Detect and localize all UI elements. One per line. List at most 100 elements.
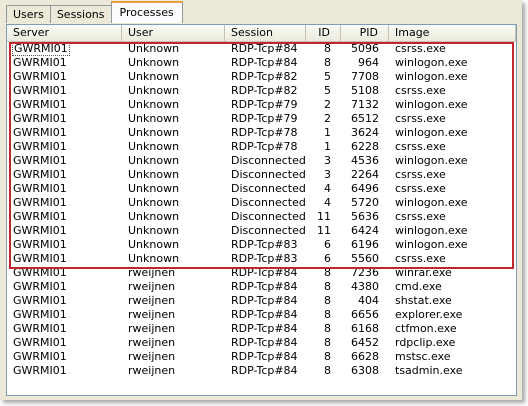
- cell-id: 1: [306, 126, 341, 140]
- table-row[interactable]: GWRMI01 rweijnen RDP-Tcp#84 8 404 shstat.exe: [7, 294, 516, 308]
- cell-user: Unknown: [122, 84, 225, 98]
- cell-pid: 6424: [341, 224, 389, 238]
- cell-pid: 5560: [341, 252, 389, 266]
- cell-image: winrar.exe: [389, 266, 516, 280]
- table-row[interactable]: GWRMI01 Unknown RDP-Tcp#84 8 964 winlogon.exe: [7, 56, 516, 70]
- cell-server: GWRMI01: [7, 98, 122, 112]
- cell-image: winlogon.exe: [389, 224, 516, 238]
- table-row[interactable]: GWRMI01 Unknown Disconnected 11 5636 csrss.ex…: [7, 210, 516, 224]
- table-row[interactable]: GWRMI01 rweijnen RDP-Tcp#84 8 6656 explorer.e…: [7, 308, 516, 322]
- cell-image-text: winlogon.exe: [395, 126, 468, 139]
- cell-id-text: 1: [324, 126, 331, 139]
- cell-pid-text: 5560: [351, 252, 379, 265]
- table-row[interactable]: GWRMI01 Unknown RDP-Tcp#78 1 6228 csrss.exe: [7, 140, 516, 154]
- tab-users[interactable]: Users: [6, 5, 51, 23]
- table-row[interactable]: GWRMI01 Unknown Disconnected 3 4536 winlogon.…: [7, 154, 516, 168]
- cell-pid: 6228: [341, 140, 389, 154]
- cell-user-text: Unknown: [128, 42, 180, 55]
- cell-server: GWRMI01: [7, 308, 122, 322]
- table-row[interactable]: GWRMI01 Unknown RDP-Tcp#84 8 5096 csrss.exe: [7, 42, 516, 56]
- table-row[interactable]: GWRMI01 Unknown Disconnected 4 6496 csrss.exe: [7, 182, 516, 196]
- column-header-session[interactable]: Session: [225, 25, 306, 41]
- tab-processes[interactable]: Processes: [110, 1, 183, 23]
- table-row[interactable]: GWRMI01 Unknown RDP-Tcp#82 5 7708 winlogon.ex…: [7, 70, 516, 84]
- cell-id: 8: [306, 294, 341, 308]
- cell-session: Disconnected: [225, 196, 306, 210]
- list-rows: GWRMI01 Unknown RDP-Tcp#84 8 5096 csrss.exe GW…: [7, 42, 516, 378]
- cell-session: Disconnected: [225, 224, 306, 238]
- cell-user: rweijnen: [122, 350, 225, 364]
- cell-image-text: shstat.exe: [395, 294, 452, 307]
- list-header: Server User Session ID PID Image: [7, 25, 516, 42]
- cell-server-text: GWRMI01: [13, 98, 67, 111]
- cell-session: RDP-Tcp#78: [225, 126, 306, 140]
- cell-image: mstsc.exe: [389, 350, 516, 364]
- cell-image-text: winlogon.exe: [395, 56, 468, 69]
- cell-pid-text: 6452: [351, 336, 379, 349]
- cell-server: GWRMI01: [7, 112, 122, 126]
- cell-image: explorer.exe: [389, 308, 516, 322]
- table-row[interactable]: GWRMI01 Unknown Disconnected 11 6424 winlogon…: [7, 224, 516, 238]
- column-header-image[interactable]: Image: [389, 25, 516, 41]
- cell-id: 4: [306, 182, 341, 196]
- cell-user-text: Unknown: [128, 210, 180, 223]
- table-row[interactable]: GWRMI01 Unknown RDP-Tcp#79 2 7132 winlogon.ex…: [7, 98, 516, 112]
- cell-pid-text: 6308: [351, 364, 379, 377]
- cell-image-text: csrss.exe: [395, 42, 446, 55]
- table-row[interactable]: GWRMI01 rweijnen RDP-Tcp#84 8 6628 mstsc.exe: [7, 350, 516, 364]
- cell-pid: 5636: [341, 210, 389, 224]
- cell-server-text: GWRMI01: [13, 210, 67, 223]
- cell-session: RDP-Tcp#82: [225, 70, 306, 84]
- column-header-pid[interactable]: PID: [341, 25, 389, 41]
- cell-server-text: GWRMI01: [13, 252, 67, 265]
- cell-id: 5: [306, 84, 341, 98]
- column-header-server[interactable]: Server: [7, 25, 122, 41]
- cell-image-text: winlogon.exe: [395, 238, 468, 251]
- cell-session-text: RDP-Tcp#83: [231, 238, 298, 251]
- cell-user: Unknown: [122, 224, 225, 238]
- cell-server: GWRMI01: [7, 42, 122, 56]
- tab-sessions[interactable]: Sessions: [49, 5, 112, 23]
- cell-user-text: Unknown: [128, 70, 180, 83]
- cell-id-text: 5: [324, 84, 331, 97]
- table-row[interactable]: GWRMI01 rweijnen RDP-Tcp#84 8 6168 ctfmon.exe: [7, 322, 516, 336]
- cell-image: csrss.exe: [389, 252, 516, 266]
- column-header-id[interactable]: ID: [306, 25, 341, 41]
- cell-pid: 6512: [341, 112, 389, 126]
- table-row[interactable]: GWRMI01 rweijnen RDP-Tcp#84 8 6452 rdpclip.ex…: [7, 336, 516, 350]
- cell-session: RDP-Tcp#79: [225, 112, 306, 126]
- cell-image-text: csrss.exe: [395, 140, 446, 153]
- table-row[interactable]: GWRMI01 Unknown RDP-Tcp#82 5 5108 csrss.exe: [7, 84, 516, 98]
- process-list[interactable]: Server User Session ID PID Image GWRMI01…: [6, 24, 517, 396]
- cell-server-text: GWRMI01: [13, 126, 67, 139]
- table-row[interactable]: GWRMI01 Unknown RDP-Tcp#83 6 5560 csrss.exe: [7, 252, 516, 266]
- column-header-user[interactable]: User: [122, 25, 225, 41]
- cell-user-text: rweijnen: [128, 364, 176, 377]
- cell-id: 4: [306, 196, 341, 210]
- cell-pid: 6628: [341, 350, 389, 364]
- cell-server-text: GWRMI01: [13, 70, 67, 83]
- cell-session-text: Disconnected: [231, 196, 306, 209]
- table-row[interactable]: GWRMI01 rweijnen RDP-Tcp#84 8 6308 tsadmin.ex…: [7, 364, 516, 378]
- cell-pid: 5096: [341, 42, 389, 56]
- cell-server-text: GWRMI01: [13, 280, 67, 293]
- cell-user-text: rweijnen: [128, 350, 176, 363]
- cell-image: winlogon.exe: [389, 56, 516, 70]
- cell-image: winlogon.exe: [389, 126, 516, 140]
- table-row[interactable]: GWRMI01 Unknown RDP-Tcp#78 1 3624 winlogon.ex…: [7, 126, 516, 140]
- cell-server-text: GWRMI01: [13, 294, 67, 307]
- cell-pid-text: 6496: [351, 182, 379, 195]
- cell-id: 8: [306, 322, 341, 336]
- table-row[interactable]: GWRMI01 rweijnen RDP-Tcp#84 8 7236 winrar.exe: [7, 266, 516, 280]
- cell-pid: 2264: [341, 168, 389, 182]
- cell-user: Unknown: [122, 238, 225, 252]
- table-row[interactable]: GWRMI01 Unknown Disconnected 4 5720 winlogon.…: [7, 196, 516, 210]
- cell-id-text: 6: [324, 252, 331, 265]
- table-row[interactable]: GWRMI01 Unknown Disconnected 3 2264 csrss.exe: [7, 168, 516, 182]
- table-row[interactable]: GWRMI01 Unknown RDP-Tcp#79 2 6512 csrss.exe: [7, 112, 516, 126]
- table-row[interactable]: GWRMI01 rweijnen RDP-Tcp#84 8 4380 cmd.exe: [7, 280, 516, 294]
- cell-image: csrss.exe: [389, 140, 516, 154]
- table-row[interactable]: GWRMI01 Unknown RDP-Tcp#83 6 6196 winlogon.ex…: [7, 238, 516, 252]
- cell-server-text: GWRMI01: [13, 308, 67, 321]
- cell-server-text: GWRMI01: [13, 196, 67, 209]
